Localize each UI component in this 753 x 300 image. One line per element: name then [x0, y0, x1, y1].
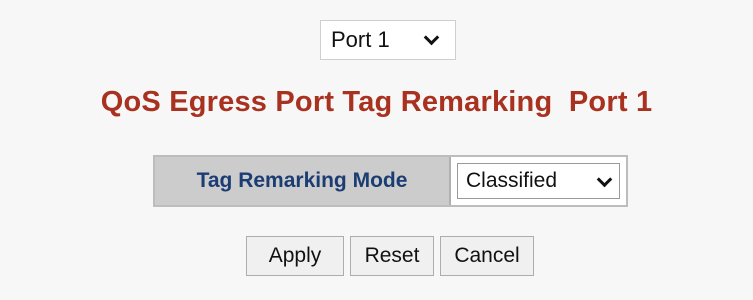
chevron-down-icon — [423, 29, 440, 46]
form-buttons: Apply Reset Cancel — [246, 236, 534, 276]
tag-remarking-mode-cell: Classified — [451, 157, 626, 205]
tag-remarking-mode-value: Classified — [466, 169, 558, 192]
page-title: QoS Egress Port Tag Remarking Port 1 — [100, 86, 653, 118]
tag-remarking-mode-select[interactable]: Classified — [457, 163, 620, 199]
port-select-value: Port 1 — [331, 27, 390, 52]
tag-remarking-mode-label: Tag Remarking Mode — [155, 157, 451, 205]
tag-remarking-table: Tag Remarking Mode Classified — [153, 155, 628, 207]
chevron-down-icon — [596, 171, 613, 188]
cancel-button[interactable]: Cancel — [440, 236, 534, 276]
apply-button[interactable]: Apply — [246, 236, 344, 276]
port-select[interactable]: Port 1 — [320, 20, 456, 60]
reset-button[interactable]: Reset — [350, 236, 434, 276]
